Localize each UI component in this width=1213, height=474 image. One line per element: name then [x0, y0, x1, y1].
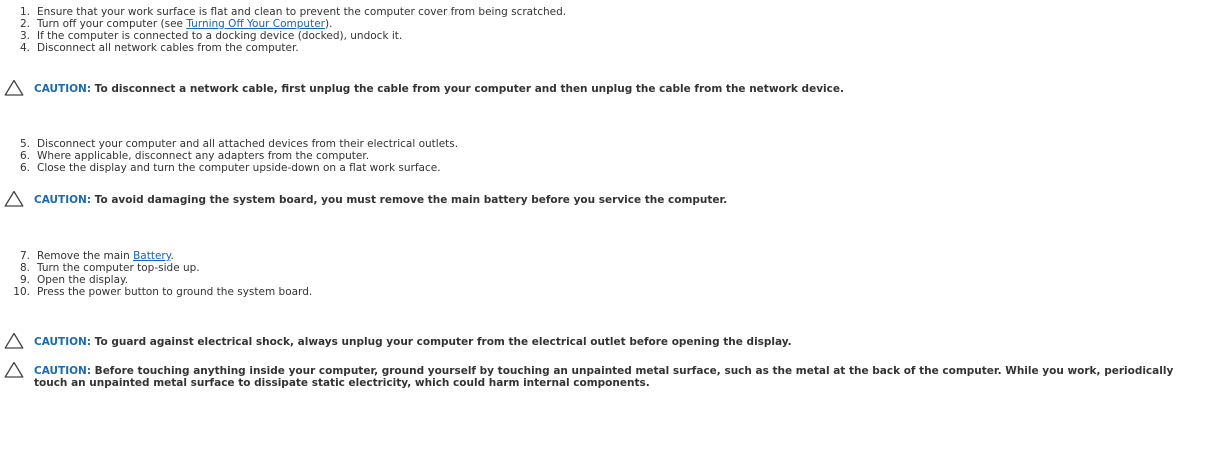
step-3: 3. If the computer is connected to a doc…: [0, 30, 566, 42]
step-1: 1. Ensure that your work surface is flat…: [0, 6, 566, 18]
step-number: 6.: [19, 162, 30, 174]
caution-message: To guard against electrical shock, alway…: [91, 336, 792, 348]
caution-message: Before touching anything inside your com…: [34, 365, 1174, 389]
caution-label: CAUTION:: [34, 336, 92, 348]
caution-text: CAUTION: Before touching anything inside…: [34, 361, 1184, 389]
caution-text: CAUTION: To guard against electrical sho…: [34, 332, 792, 348]
step-text: Ensure that your work surface is flat an…: [37, 6, 567, 18]
step-text: If the computer is connected to a dockin…: [37, 30, 403, 42]
step-number: 7.: [19, 250, 30, 262]
caution-network-cable: CAUTION: To disconnect a network cable, …: [4, 79, 844, 96]
step-10: 10. Press the power button to ground the…: [0, 286, 312, 298]
caution-static-electricity: CAUTION: Before touching anything inside…: [4, 361, 1184, 389]
step-text-post: .: [170, 250, 174, 262]
caution-system-board: CAUTION: To avoid damaging the system bo…: [4, 190, 727, 207]
steps-list-3: 7. Remove the main Battery. 8. Turn the …: [0, 250, 312, 298]
step-2: 2. Turn off your computer (see Turning O…: [0, 18, 566, 30]
caution-label: CAUTION:: [34, 365, 92, 377]
step-number: 9.: [19, 274, 30, 286]
step-text: Press the power button to ground the sys…: [37, 286, 313, 298]
caution-triangle-icon: [4, 79, 24, 96]
caution-label: CAUTION:: [34, 83, 92, 95]
turning-off-your-computer-link[interactable]: Turning Off Your Computer: [186, 18, 325, 30]
battery-link[interactable]: Battery: [133, 250, 170, 262]
step-text: Turn the computer top-side up.: [37, 262, 200, 274]
step-9: 9. Open the display.: [0, 274, 312, 286]
step-number: 5.: [19, 138, 30, 150]
step-text-pre: Turn off your computer (see: [37, 18, 187, 30]
step-number: 1.: [19, 6, 30, 18]
step-number: 10.: [13, 286, 30, 298]
caution-triangle-icon: [4, 332, 24, 349]
step-text: Where applicable, disconnect any adapter…: [37, 150, 370, 162]
caution-message: To disconnect a network cable, first unp…: [91, 83, 844, 95]
step-number: 4.: [19, 42, 30, 54]
step-4: 4. Disconnect all network cables from th…: [0, 42, 566, 54]
caution-text: CAUTION: To avoid damaging the system bo…: [34, 190, 727, 206]
step-number: 6.: [19, 150, 30, 162]
caution-triangle-icon: [4, 361, 24, 378]
step-text: Turn off your computer (see Turning Off …: [37, 18, 332, 30]
step-text: Close the display and turn the computer …: [37, 162, 441, 174]
caution-label: CAUTION:: [34, 194, 92, 206]
step-text: Disconnect all network cables from the c…: [37, 42, 299, 54]
step-text: Remove the main Battery.: [37, 250, 174, 262]
step-number: 2.: [19, 18, 30, 30]
steps-list-1: 1. Ensure that your work surface is flat…: [0, 6, 566, 54]
caution-electrical-shock: CAUTION: To guard against electrical sho…: [4, 332, 792, 349]
step-5: 5. Disconnect your computer and all atta…: [0, 138, 458, 150]
step-text-pre: Remove the main: [37, 250, 134, 262]
step-text: Open the display.: [37, 274, 129, 286]
step-number: 3.: [19, 30, 30, 42]
caution-triangle-icon: [4, 190, 24, 207]
step-text: Disconnect your computer and all attache…: [37, 138, 459, 150]
step-6a: 6. Where applicable, disconnect any adap…: [0, 150, 458, 162]
steps-list-2: 5. Disconnect your computer and all atta…: [0, 138, 458, 174]
caution-text: CAUTION: To disconnect a network cable, …: [34, 79, 844, 95]
step-8: 8. Turn the computer top-side up.: [0, 262, 312, 274]
step-7: 7. Remove the main Battery.: [0, 250, 312, 262]
step-6b: 6. Close the display and turn the comput…: [0, 162, 458, 174]
step-number: 8.: [19, 262, 30, 274]
step-text-post: ).: [324, 18, 333, 30]
caution-message: To avoid damaging the system board, you …: [91, 194, 728, 206]
